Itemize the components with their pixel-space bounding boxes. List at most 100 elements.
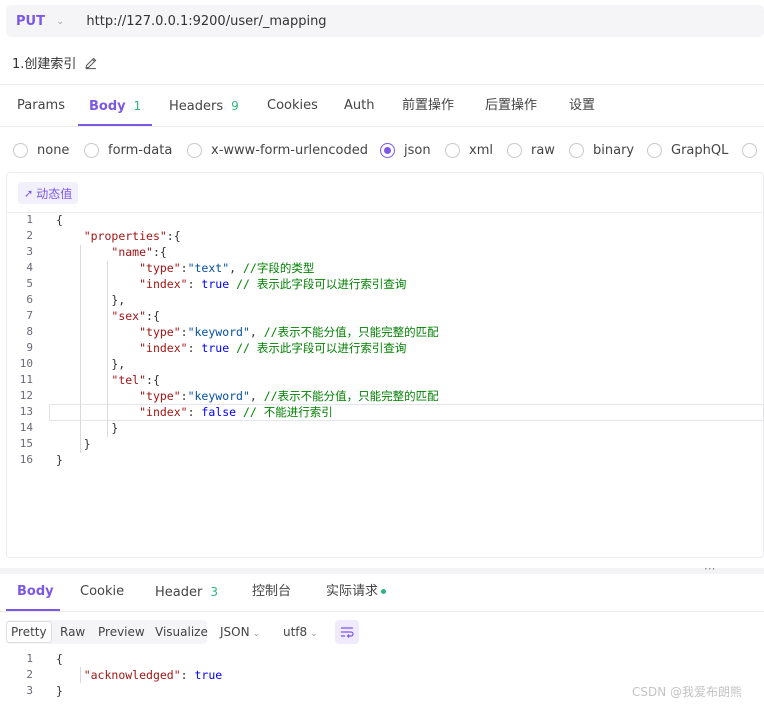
code-line[interactable]: 1{ [7,212,764,228]
radio-raw[interactable]: raw [507,139,555,161]
request-tabs: Params Body 1 Headers 9 Cookies Auth 前置操作 … [0,86,764,126]
code-line[interactable]: 3 "name":{ [7,244,764,260]
view-mode-raw[interactable]: Raw [56,622,89,642]
code-text: } [56,437,91,451]
code-line[interactable]: 5 "index": true // 表示此字段可以进行索引查询 [7,276,764,292]
code-text: "name":{ [111,245,167,259]
radio-circle[interactable] [187,142,202,158]
body-type-radios: none form-data x-www-form-urlencoded jso… [0,139,764,161]
code-line[interactable]: 10 }, [7,356,764,372]
line-number: 11 [19,373,33,386]
code-line[interactable]: 2 "properties":{ [7,228,764,244]
radio-json[interactable]: json [380,139,431,161]
radio-binary[interactable]: binary [569,139,634,161]
tab-cookies[interactable]: Cookies [267,86,318,126]
radio-circle[interactable] [569,142,584,158]
tab-settings[interactable]: 设置 [569,86,595,126]
code-text: "type":"keyword", //表示不能分值，只能完整的匹配 [139,325,439,339]
radio-circle[interactable] [507,142,522,158]
tab-label: Cookie [80,584,125,599]
radio-circle[interactable] [742,142,757,158]
chevron-down-icon[interactable]: ⌄ [56,16,64,27]
chevron-down-icon: ⌄ [252,629,261,639]
tab-body[interactable]: Body 1 [89,86,141,126]
word-wrap-button[interactable] [335,620,359,644]
response-line[interactable]: 1{ [7,651,764,667]
radio-circle[interactable] [445,142,460,158]
radio-x-www-form-urlencoded[interactable]: x-www-form-urlencoded [187,139,368,161]
url-input[interactable]: http://127.0.0.1:9200/user/_mapping [86,14,326,29]
radio-none[interactable]: none [13,139,69,161]
response-tab-console[interactable]: 控制台 [252,576,291,610]
watermark: CSDN @我爱布朗熊 [632,685,743,699]
code-line[interactable]: 16} [7,452,764,468]
code-text: }, [56,357,126,371]
drag-handle-icon[interactable]: ··· [704,562,715,576]
response-tab-header[interactable]: Header 3 [155,576,218,610]
response-tab-body[interactable]: Body [17,576,54,610]
radio-label: form-data [108,142,173,158]
tab-label: 实际请求 [326,584,379,599]
radio-more[interactable] [742,139,764,161]
code-text: "acknowledged": true [83,668,223,682]
code-text: "tel":{ [111,373,160,387]
tab-post-operations[interactable]: 后置操作 [485,86,537,126]
line-number: 8 [26,325,33,338]
radio-xml[interactable]: xml [445,139,493,161]
tab-count: 9 [231,99,239,113]
line-number: 10 [19,357,33,370]
radio-circle[interactable] [380,142,395,158]
line-number: 4 [26,261,33,274]
line-number: 3 [26,684,33,697]
tab-label: Cookies [267,98,318,113]
code-line[interactable]: 12 "type":"keyword", //表示不能分值，只能完整的匹配 [7,388,764,404]
radio-graphql[interactable]: GraphQL [647,139,728,161]
request-name-label: 1.创建索引 [12,57,77,72]
code-line[interactable]: 7 "sex":{ [7,308,764,324]
view-mode-visualize[interactable]: Visualize [151,622,212,642]
code-text: "type":"keyword", //表示不能分值，只能完整的匹配 [139,389,439,403]
response-line[interactable]: 2 "acknowledged": true [7,667,764,683]
radio-label: x-www-form-urlencoded [211,142,369,158]
response-tab-cookie[interactable]: Cookie [80,576,124,610]
code-text: "sex":{ [111,309,160,323]
encoding-value: utf8 [283,625,308,639]
radio-label: json [404,142,431,158]
radio-label: GraphQL [671,142,729,158]
encoding-select[interactable]: utf8 ⌄ [283,620,318,644]
radio-circle[interactable] [647,142,662,158]
code-line[interactable]: 6 }, [7,292,764,308]
tab-label: Body [89,99,126,114]
code-line[interactable]: 13 "index": false // 不能进行索引 [7,404,764,420]
radio-circle[interactable] [13,142,28,158]
code-line[interactable]: 11 "tel":{ [7,372,764,388]
code-line[interactable]: 15 } [7,436,764,452]
response-tab-actual-request[interactable]: 实际请求 [326,576,387,610]
divider [0,84,764,85]
code-line[interactable]: 4 "type":"text", //字段的类型 [7,260,764,276]
code-text: "index": true // 表示此字段可以进行索引查询 [139,277,407,291]
line-number: 2 [26,668,33,681]
panel-splitter[interactable] [0,568,764,574]
divider [0,611,764,612]
view-mode-pretty[interactable]: Pretty [6,621,52,643]
radio-form-data[interactable]: form-data [84,139,172,161]
line-number: 14 [19,421,33,434]
tab-auth[interactable]: Auth [344,86,374,126]
tab-headers[interactable]: Headers 9 [169,86,239,126]
edit-icon[interactable] [84,56,98,70]
method-select[interactable]: PUT [16,14,46,29]
dynamic-value-button[interactable]: ➚ 动态值 [18,182,79,204]
radio-label: none [37,142,70,158]
line-number: 7 [26,309,33,322]
format-select[interactable]: JSON ⌄ [220,620,260,644]
radio-circle[interactable] [84,142,99,158]
code-text: { [56,213,63,227]
view-mode-preview[interactable]: Preview [94,622,149,642]
code-line[interactable]: 8 "type":"keyword", //表示不能分值，只能完整的匹配 [7,324,764,340]
tab-pre-operations[interactable]: 前置操作 [402,86,454,126]
code-line[interactable]: 14 } [7,420,764,436]
code-line[interactable]: 9 "index": true // 表示此字段可以进行索引查询 [7,340,764,356]
tab-params[interactable]: Params [17,86,65,126]
tab-count: 1 [133,99,142,113]
